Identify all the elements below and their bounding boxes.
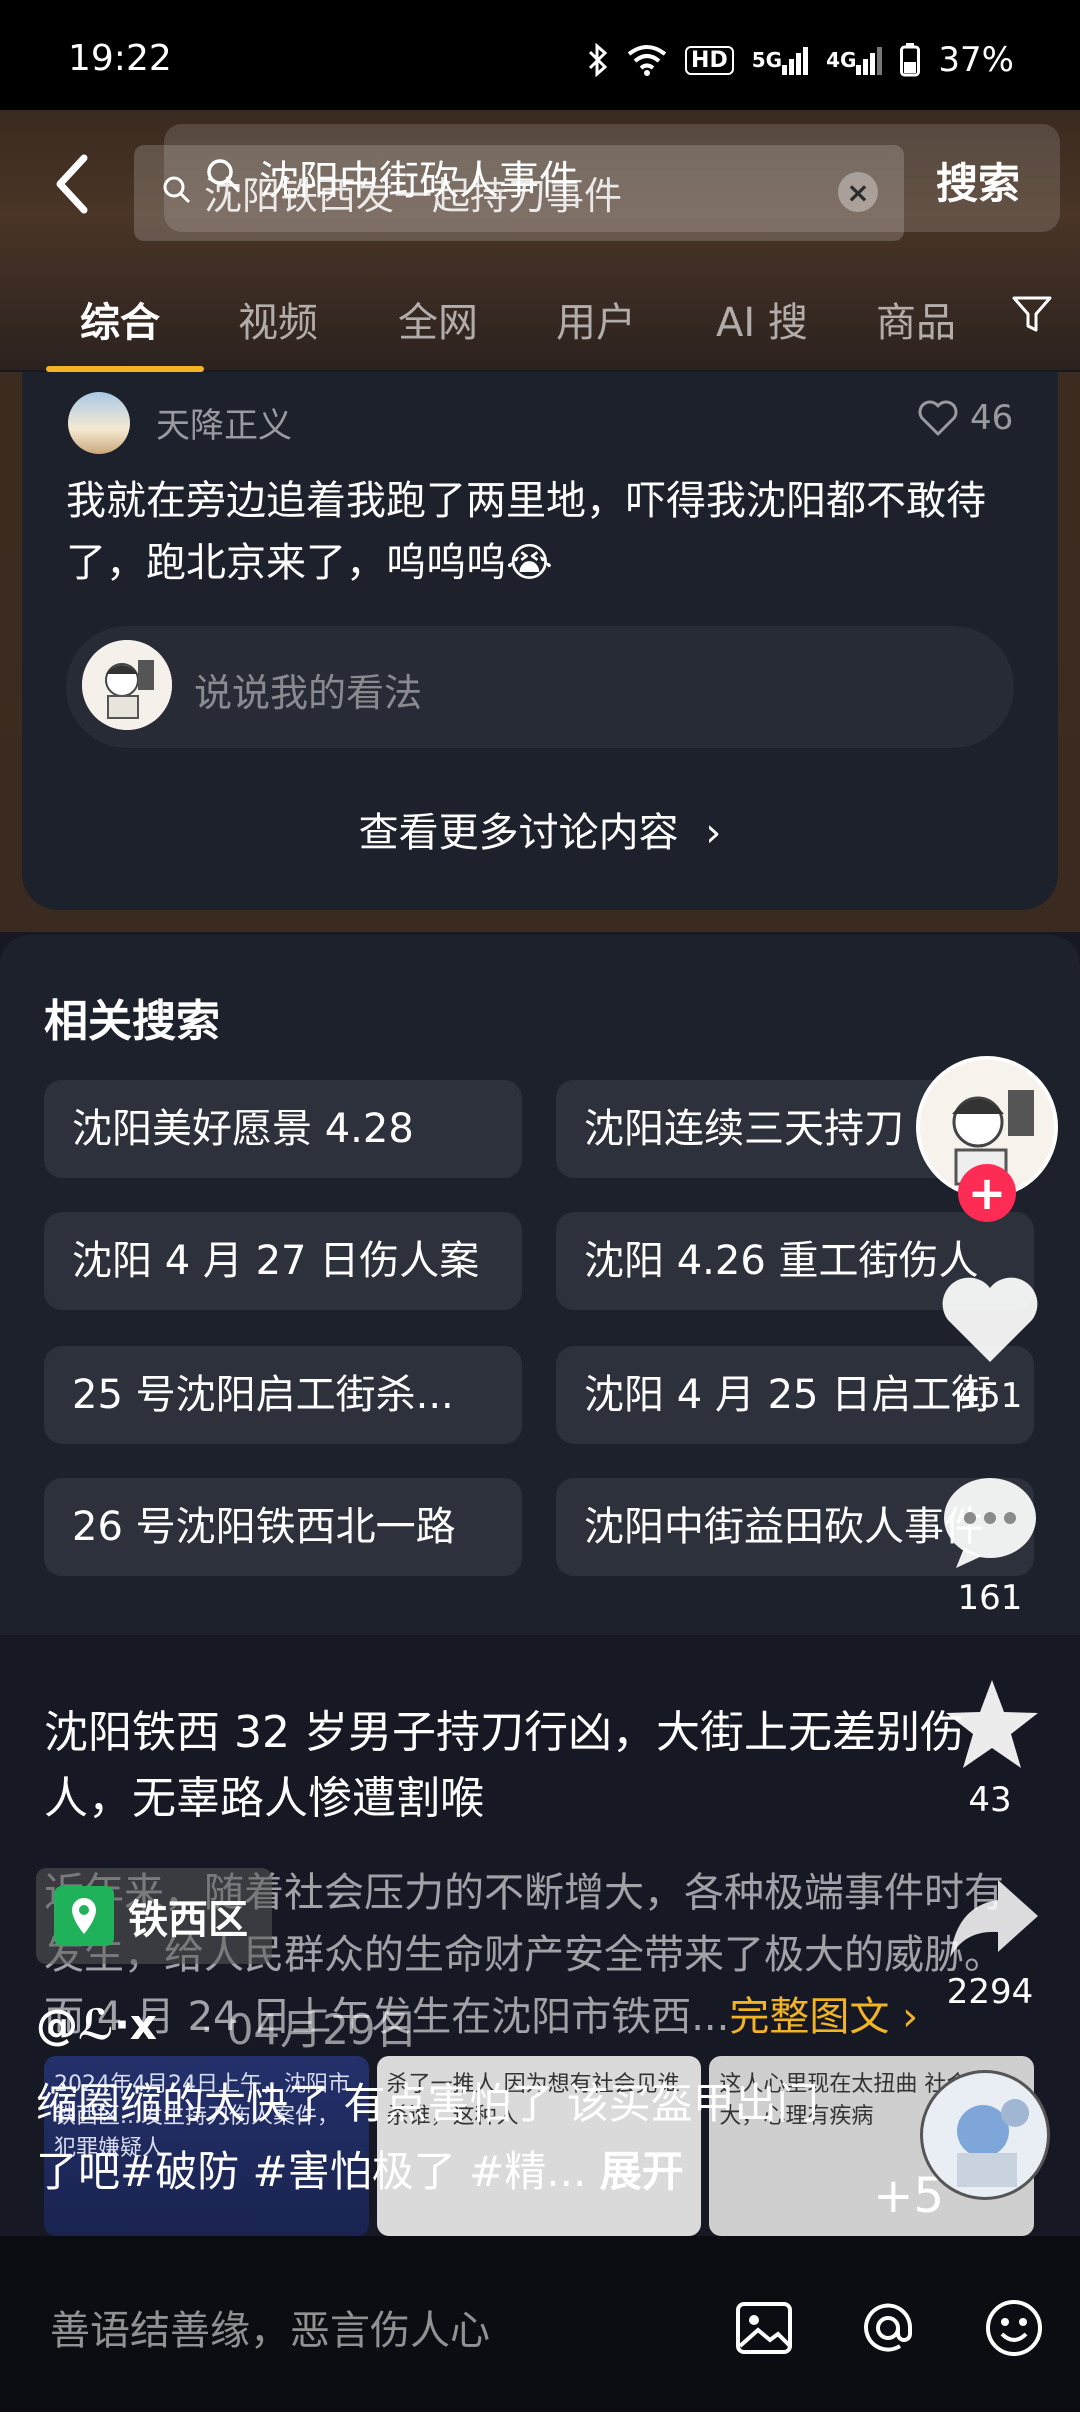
tab-web[interactable]: 全网 [398, 290, 478, 348]
comment-username[interactable]: 天降正义 [156, 398, 292, 447]
like-heart-icon[interactable] [938, 1272, 1042, 1368]
wifi-icon [627, 44, 667, 76]
bluetooth-icon [587, 43, 609, 77]
tab-ai-search[interactable]: AI 搜 [716, 290, 808, 348]
full-text-link[interactable]: 完整图文 [729, 1994, 889, 2040]
battery-icon [900, 43, 921, 77]
favorite-count: 43 [968, 1780, 1012, 1820]
chevron-right-icon: › [705, 810, 722, 856]
caption-text: 缩圈缩的太快了 有点害怕了 该买盔甲出门了吧#破防 #害怕极了 #精... [36, 2079, 819, 2196]
avatar[interactable] [68, 392, 130, 454]
back-arrow-icon [56, 154, 88, 214]
location-pin-icon [54, 1886, 114, 1946]
comment-text: 我就在旁边追着我跑了两里地，吓得我沈阳都不敢待了，跑北京来了，呜呜呜😭 [66, 478, 986, 586]
my-avatar [82, 640, 172, 730]
filter-icon[interactable] [1010, 292, 1054, 336]
related-search-item[interactable]: 沈阳 4 月 27 日伤人案 [44, 1212, 522, 1310]
related-searches-title: 相关搜索 [44, 996, 220, 1047]
image-icon[interactable] [732, 2296, 796, 2360]
tab-products[interactable]: 商品 [876, 290, 956, 348]
view-more-label: 查看更多讨论内容 [358, 810, 679, 856]
view-more-discussion[interactable]: 查看更多讨论内容 › [0, 800, 1080, 858]
favorite-star-icon[interactable] [944, 1676, 1040, 1772]
tab-video[interactable]: 视频 [238, 290, 318, 348]
signal-5g-icon: 5G [752, 45, 809, 75]
expand-button[interactable]: 展开 [600, 2147, 684, 2196]
status-icons: HD 5G 4G 37% [587, 38, 1014, 82]
heart-outline-icon [918, 400, 958, 436]
article-title[interactable]: 沈阳铁西 32 岁男子持刀行凶，大街上无差别伤人，无辜路人惨遭割喉 [44, 1700, 994, 1832]
reply-placeholder: 说说我的看法 [194, 671, 423, 715]
more-images-count: +5 [873, 2168, 945, 2224]
like-count: 46 [970, 398, 1014, 438]
video-caption: 缩圈缩的太快了 有点害怕了 该买盔甲出门了吧#破防 #害怕极了 #精... 展开 [36, 2070, 856, 2206]
search-tabs: 综合 视频 全网 用户 AI 搜 商品 [0, 280, 1080, 370]
related-search-item[interactable]: 26 号沈阳铁西北一路 [44, 1478, 522, 1576]
tab-users[interactable]: 用户 [556, 290, 636, 348]
hd-icon: HD [685, 45, 734, 75]
comment-count: 161 [957, 1578, 1023, 1618]
status-time: 19:22 [68, 38, 172, 79]
related-search-item[interactable]: 沈阳美好愿景 4.28 [44, 1080, 522, 1178]
chevron-right-icon: › [889, 1994, 919, 2040]
follow-button[interactable]: + [958, 1164, 1016, 1222]
share-arrow-icon[interactable] [946, 1870, 1042, 1966]
video-author[interactable]: @ℒ·x [36, 2000, 157, 2049]
search-button[interactable]: 搜索 [936, 150, 1020, 211]
location-tag[interactable]: 铁西区 [36, 1868, 272, 1964]
comment-icon[interactable] [938, 1472, 1042, 1572]
mention-icon[interactable] [856, 2296, 920, 2360]
like-count: 451 [957, 1376, 1023, 1416]
search-icon [207, 159, 240, 192]
search-query: 沈阳中街砍人事件 [259, 158, 579, 204]
music-disc[interactable] [920, 2070, 1050, 2200]
comment-likes[interactable]: 46 [918, 398, 1013, 438]
search-input[interactable]: 沈阳中街砍人事件 [164, 124, 1060, 232]
back-button[interactable] [48, 150, 102, 220]
clear-search-icon[interactable]: × [838, 172, 878, 212]
battery-percent: 37% [938, 40, 1014, 80]
comment-input-placeholder[interactable]: 善语结善缘，恶言伤人心 [50, 2298, 490, 2356]
share-count: 2294 [946, 1972, 1034, 2012]
video-date: · 04月29日 [200, 2005, 418, 2054]
location-label: 铁西区 [128, 1897, 248, 1943]
tab-comprehensive[interactable]: 综合 [80, 290, 160, 348]
signal-4g-icon: 4G [826, 45, 883, 75]
emoji-icon[interactable] [982, 2296, 1046, 2360]
related-search-item[interactable]: 25 号沈阳启工街杀... [44, 1346, 522, 1444]
